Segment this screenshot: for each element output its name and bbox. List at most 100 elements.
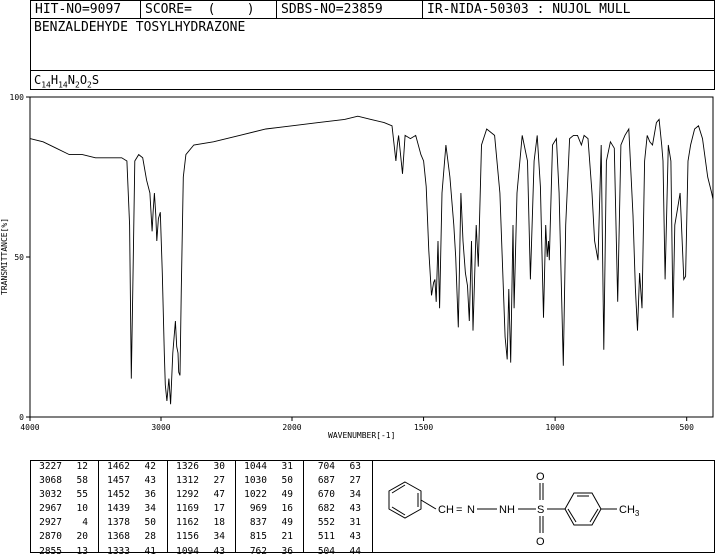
peak-row: 1022 49 [239,488,293,502]
y-axis-label: TRANSMITTANCE[%] [0,218,9,295]
oxygen-bottom: O [536,536,545,548]
x-tick-label: 1500 [414,423,433,432]
plot-frame [29,96,714,418]
peak-transmittance: 34 [144,503,156,515]
peak-row: 552 31 [307,516,361,530]
x-tick-label: 4000 [20,423,39,432]
peak-row: 682 43 [307,502,361,516]
peak-col-divider-2 [167,460,168,553]
methyl-group: CH3 [619,504,640,518]
y-tick-label: 100 [10,93,25,102]
peak-column: 3227 12 3068 58 3032 55 2967 10 2927 4 2870 20 2855 1… [34,460,88,559]
peak-wavenumber: 1292 [176,489,199,501]
peak-wavenumber: 2870 [39,531,62,543]
peak-row: 969 16 [239,502,293,516]
peak-row: 2927 4 [34,516,88,530]
peak-transmittance: 34 [349,489,361,501]
peak-transmittance: 36 [144,489,156,501]
peak-wavenumber: 1162 [176,517,199,529]
peak-wavenumber: 3227 [39,461,62,472]
peak-wavenumber: 1156 [176,531,199,543]
peak-transmittance: 27 [349,475,361,487]
y-tick-label: 0 [19,413,24,422]
peak-wavenumber: 1462 [107,461,130,472]
peak-transmittance: 44 [349,545,361,557]
peak-transmittance: 49 [281,517,293,529]
chemical-structure: CH = N NH S O O CH3 [388,471,640,548]
peak-wavenumber: 837 [249,517,267,529]
peak-row: 1162 18 [171,516,225,530]
peak-transmittance: 16 [281,503,293,515]
peak-row: 1462 42 [102,460,156,474]
peak-row: 504 44 [307,545,361,559]
peak-row: 1326 30 [171,460,225,474]
peak-wavenumber: 815 [249,531,267,543]
peak-row: 762 36 [239,545,293,559]
peak-wavenumber: 682 [317,503,335,515]
peak-wavenumber: 2927 [39,517,62,529]
peak-wavenumber: 687 [317,475,335,487]
y-tick-label: 50 [14,253,24,262]
peak-wavenumber: 3032 [39,489,62,501]
peak-wavenumber: 969 [249,503,267,515]
peak-transmittance: 30 [213,461,225,472]
x-tick-label: 2000 [282,423,301,432]
peak-wavenumber: 2855 [39,545,62,557]
ir-spectrum-chart: 4000 3000 2000 1500 1000 500 0 50 100 WAVENUMBER… [0,93,714,440]
peak-wavenumber: 670 [317,489,335,501]
peak-transmittance: 42 [144,461,156,472]
spectrum-line [29,115,714,405]
peak-row: 3227 12 [34,460,88,474]
x-tick-label: 1000 [545,423,564,432]
toluene-ring [564,492,602,526]
peak-row: 2855 13 [34,545,88,559]
peak-wavenumber: 1333 [107,545,130,557]
peak-wavenumber: 552 [317,517,335,529]
ch-group: CH [438,504,454,516]
peak-wavenumber: 1022 [244,489,267,501]
peak-wavenumber: 1378 [107,517,130,529]
peak-wavenumber: 1368 [107,531,130,543]
peak-transmittance: 43 [144,475,156,487]
peak-transmittance: 47 [213,489,225,501]
peak-transmittance: 10 [76,503,88,515]
peak-row: 1452 36 [102,488,156,502]
n-atom: N [467,504,475,516]
peak-column: 1044 31 1030 50 1022 49 969 16 837 49 815 21 762 36 [239,460,293,559]
peak-transmittance: 55 [76,489,88,501]
peak-transmittance: 50 [281,475,293,487]
peak-row: 837 49 [239,516,293,530]
peak-row: 1378 50 [102,516,156,530]
peak-transmittance: 63 [349,461,361,472]
peak-wavenumber: 511 [317,531,335,543]
peak-transmittance: 50 [144,517,156,529]
peak-row: 1169 17 [171,502,225,516]
peak-wavenumber: 1312 [176,475,199,487]
peak-wavenumber: 1457 [107,475,130,487]
peak-transmittance: 58 [76,475,88,487]
x-tick-label: 3000 [151,423,170,432]
peak-transmittance: 28 [144,531,156,543]
peak-wavenumber: 504 [317,545,335,557]
oxygen-top: O [536,471,545,483]
peak-transmittance: 21 [281,531,293,543]
x-tick-label: 500 [679,423,694,432]
peak-row: 2967 10 [34,502,88,516]
peak-transmittance: 31 [281,461,293,472]
peak-transmittance: 13 [76,545,88,557]
sulfur-atom: S [537,504,544,516]
peak-row: 670 34 [307,488,361,502]
peak-wavenumber: 1326 [176,461,199,472]
peak-row: 1312 27 [171,474,225,488]
peak-wavenumber: 1439 [107,503,130,515]
peak-transmittance: 43 [349,503,361,515]
peak-transmittance: 4 [82,517,88,529]
peak-col-divider-1 [98,460,99,553]
peak-column: 1326 30 1312 27 1292 47 1169 17 1162 18 1156 34 1094… [171,460,225,559]
peak-transmittance: 31 [349,517,361,529]
peak-wavenumber: 704 [317,461,335,472]
peak-row: 704 63 [307,460,361,474]
peak-transmittance: 49 [281,489,293,501]
peak-transmittance: 41 [144,545,156,557]
peak-transmittance: 43 [349,531,361,543]
